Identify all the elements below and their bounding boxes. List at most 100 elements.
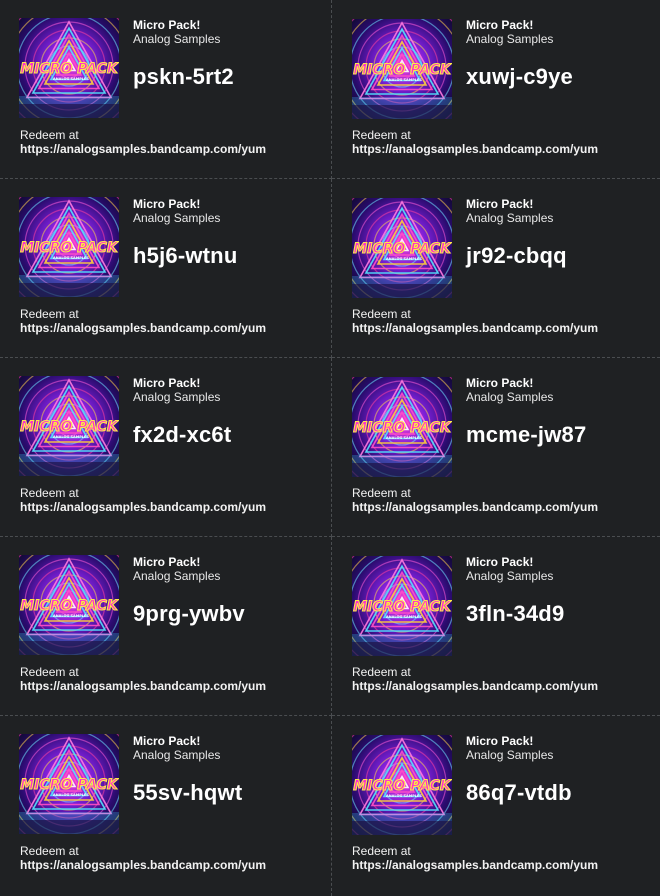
album-art-image: MICRO PACKANALOG SAMPLES <box>19 376 119 476</box>
download-code-card: MICRO PACK ANALOG SAMPLES Micro Pack! Ana… <box>0 358 332 537</box>
redeem-text: Redeem at https://analogsamples.bandcamp… <box>352 307 652 335</box>
album-title: Micro Pack! <box>133 18 201 32</box>
svg-text:ANALOG SAMPLES: ANALOG SAMPLES <box>53 435 89 439</box>
redeem-prefix: Redeem at <box>352 307 411 321</box>
artist-name: Analog Samples <box>466 32 554 46</box>
redeem-text: Redeem at https://analogsamples.bandcamp… <box>352 844 652 872</box>
redeem-prefix: Redeem at <box>352 128 411 142</box>
svg-text:ANALOG SAMPLES: ANALOG SAMPLES <box>386 615 422 619</box>
artist-name: Analog Samples <box>466 569 554 583</box>
download-code-card: MICRO PACK ANALOG SAMPLES Micro Pack! Ana… <box>0 716 332 896</box>
artist-name: Analog Samples <box>133 32 221 46</box>
download-code-card: MICRO PACK ANALOG SAMPLES Micro Pack! Ana… <box>332 537 660 716</box>
redeem-url: https://analogsamples.bandcamp.com/yum <box>352 142 599 156</box>
album-art: MICRO PACK ANALOG SAMPLES <box>352 19 452 119</box>
album-art-image: MICRO PACKANALOG SAMPLES <box>19 555 119 655</box>
album-art: MICRO PACK ANALOG SAMPLES <box>352 198 452 298</box>
album-title: Micro Pack! <box>466 734 534 748</box>
svg-text:ANALOG SAMPLES: ANALOG SAMPLES <box>386 436 422 440</box>
svg-text:MICRO PACK: MICRO PACK <box>20 598 119 614</box>
redeem-url: https://analogsamples.bandcamp.com/yum <box>20 321 267 335</box>
download-code: 55sv-hqwt <box>133 780 243 805</box>
album-art-image: MICRO PACKANALOG SAMPLES <box>352 19 452 119</box>
download-code: jr92-cbqq <box>466 243 567 268</box>
download-code: 3fln-34d9 <box>466 601 565 626</box>
download-code-card: MICRO PACK ANALOG SAMPLES Micro Pack! Ana… <box>0 0 332 179</box>
redeem-url: https://analogsamples.bandcamp.com/yum <box>20 500 267 514</box>
album-art-image: MICRO PACKANALOG SAMPLES <box>19 197 119 297</box>
album-art-image: MICRO PACKANALOG SAMPLES <box>19 18 119 118</box>
album-title: Micro Pack! <box>133 555 201 569</box>
redeem-text: Redeem at https://analogsamples.bandcamp… <box>20 128 320 156</box>
svg-text:MICRO PACK: MICRO PACK <box>353 778 452 794</box>
redeem-url: https://analogsamples.bandcamp.com/yum <box>352 321 599 335</box>
album-title: Micro Pack! <box>133 734 201 748</box>
album-title: Micro Pack! <box>466 376 534 390</box>
download-code-grid: MICRO PACK ANALOG SAMPLES Micro Pack! Ana… <box>0 0 660 896</box>
download-code: mcme-jw87 <box>466 422 587 447</box>
album-title: Micro Pack! <box>133 376 201 390</box>
album-art: MICRO PACK ANALOG SAMPLES <box>352 735 452 835</box>
svg-text:MICRO PACK: MICRO PACK <box>20 61 119 77</box>
redeem-url: https://analogsamples.bandcamp.com/yum <box>20 858 267 872</box>
download-code: fx2d-xc6t <box>133 422 232 447</box>
album-art-image: MICRO PACKANALOG SAMPLES <box>19 734 119 834</box>
svg-text:MICRO PACK: MICRO PACK <box>353 62 452 78</box>
album-art: MICRO PACK ANALOG SAMPLES <box>19 376 119 476</box>
redeem-url: https://analogsamples.bandcamp.com/yum <box>352 679 599 693</box>
redeem-text: Redeem at https://analogsamples.bandcamp… <box>352 486 652 514</box>
redeem-prefix: Redeem at <box>20 307 79 321</box>
download-code: pskn-5rt2 <box>133 64 234 89</box>
redeem-prefix: Redeem at <box>20 128 79 142</box>
album-art: MICRO PACK ANALOG SAMPLES <box>19 555 119 655</box>
download-code-card: MICRO PACK ANALOG SAMPLES Micro Pack! Ana… <box>332 358 660 537</box>
download-code-card: MICRO PACK ANALOG SAMPLES Micro Pack! Ana… <box>0 537 332 716</box>
redeem-text: Redeem at https://analogsamples.bandcamp… <box>20 307 320 335</box>
artist-name: Analog Samples <box>466 211 554 225</box>
svg-text:MICRO PACK: MICRO PACK <box>353 241 452 257</box>
svg-text:MICRO PACK: MICRO PACK <box>353 599 452 615</box>
artist-name: Analog Samples <box>466 748 554 762</box>
svg-text:ANALOG SAMPLES: ANALOG SAMPLES <box>53 793 89 797</box>
download-code: xuwj-c9ye <box>466 64 573 89</box>
artist-name: Analog Samples <box>133 748 221 762</box>
svg-text:MICRO PACK: MICRO PACK <box>20 419 119 435</box>
album-art-image: MICRO PACKANALOG SAMPLES <box>352 556 452 656</box>
redeem-text: Redeem at https://analogsamples.bandcamp… <box>20 486 320 514</box>
redeem-text: Redeem at https://analogsamples.bandcamp… <box>20 844 320 872</box>
svg-text:ANALOG SAMPLES: ANALOG SAMPLES <box>53 77 89 81</box>
album-title: Micro Pack! <box>466 18 534 32</box>
album-title: Micro Pack! <box>466 197 534 211</box>
redeem-url: https://analogsamples.bandcamp.com/yum <box>20 679 267 693</box>
svg-text:MICRO PACK: MICRO PACK <box>353 420 452 436</box>
download-code-card: MICRO PACK ANALOG SAMPLES Micro Pack! Ana… <box>332 179 660 358</box>
redeem-prefix: Redeem at <box>20 844 79 858</box>
redeem-text: Redeem at https://analogsamples.bandcamp… <box>20 665 320 693</box>
download-code-card: MICRO PACK ANALOG SAMPLES Micro Pack! Ana… <box>0 179 332 358</box>
album-art-image: MICRO PACKANALOG SAMPLES <box>352 735 452 835</box>
artist-name: Analog Samples <box>133 569 221 583</box>
album-art: MICRO PACK ANALOG SAMPLES <box>19 734 119 834</box>
redeem-prefix: Redeem at <box>20 486 79 500</box>
redeem-prefix: Redeem at <box>352 486 411 500</box>
album-art: MICRO PACK ANALOG SAMPLES <box>352 377 452 477</box>
download-code: 9prg-ywbv <box>133 601 245 626</box>
redeem-url: https://analogsamples.bandcamp.com/yum <box>352 858 599 872</box>
svg-text:MICRO PACK: MICRO PACK <box>20 240 119 256</box>
redeem-prefix: Redeem at <box>20 665 79 679</box>
redeem-prefix: Redeem at <box>352 665 411 679</box>
download-code-card: MICRO PACK ANALOG SAMPLES Micro Pack! Ana… <box>332 0 660 179</box>
redeem-url: https://analogsamples.bandcamp.com/yum <box>352 500 599 514</box>
download-code: 86q7-vtdb <box>466 780 572 805</box>
redeem-text: Redeem at https://analogsamples.bandcamp… <box>352 665 652 693</box>
svg-text:ANALOG SAMPLES: ANALOG SAMPLES <box>386 794 422 798</box>
album-art: MICRO PACK ANALOG SAMPLES <box>352 556 452 656</box>
album-title: Micro Pack! <box>133 197 201 211</box>
svg-text:ANALOG SAMPLES: ANALOG SAMPLES <box>386 257 422 261</box>
svg-text:ANALOG SAMPLES: ANALOG SAMPLES <box>386 78 422 82</box>
download-code: h5j6-wtnu <box>133 243 238 268</box>
svg-text:MICRO PACK: MICRO PACK <box>20 777 119 793</box>
album-art: MICRO PACK ANALOG SAMPLES <box>19 197 119 297</box>
svg-text:ANALOG SAMPLES: ANALOG SAMPLES <box>53 614 89 618</box>
artist-name: Analog Samples <box>133 211 221 225</box>
